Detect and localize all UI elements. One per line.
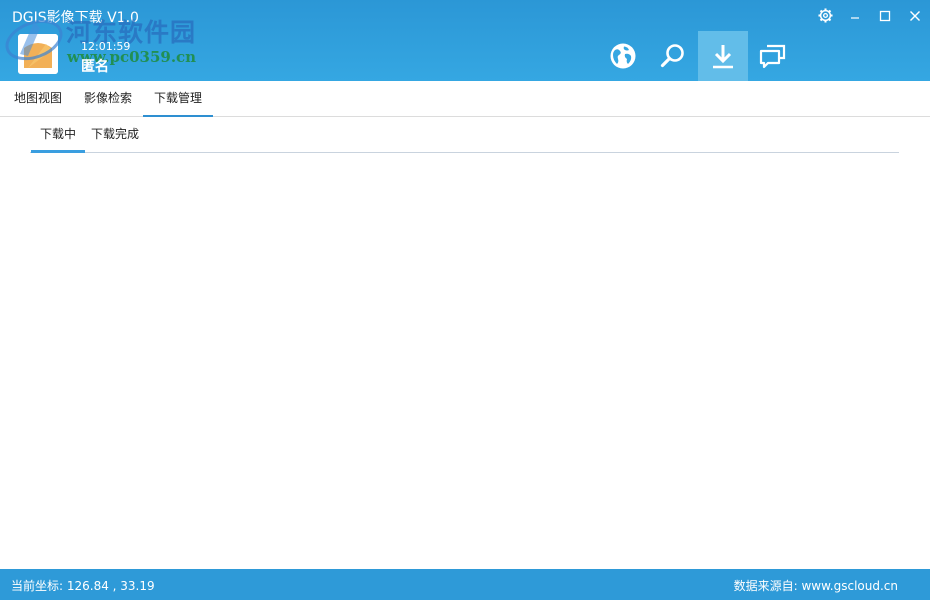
download-tool-button[interactable] [698,31,748,81]
status-bar: 当前坐标: 126.84 , 33.19 数据来源自: www.gscloud.… [0,569,930,600]
tab-download-complete[interactable]: 下载完成 [88,118,142,153]
maximize-button[interactable] [870,0,900,31]
map-view-tool-button[interactable] [598,31,648,81]
minimize-icon [851,16,859,19]
main-tab-bar: 地图视图 影像检索 下载管理 [0,81,930,117]
tab-map-view[interactable]: 地图视图 [6,81,70,117]
download-sub-tab-bar: 下载中 下载完成 [30,118,899,153]
window-controls [810,0,930,31]
close-icon [910,10,920,21]
settings-button[interactable] [810,0,840,31]
search-tool-button[interactable] [648,31,698,81]
message-tool-button[interactable] [748,31,798,81]
tab-download-manager[interactable]: 下载管理 [143,81,213,117]
download-list-area [0,154,930,569]
app-header: DGIS影像下载 V1.0 河东软件园 www.pc0359.cn 12:01:… [0,0,930,81]
download-icon [713,45,733,69]
main-toolbar [598,31,798,81]
globe-icon [610,43,636,69]
chat-icon [759,44,786,69]
maximize-icon [879,10,891,21]
gear-icon [817,8,833,23]
user-name: 匿名 [81,59,109,75]
tab-downloading[interactable]: 下载中 [31,118,85,153]
data-source-text: 数据来源自: www.gscloud.cn [733,579,898,593]
minimize-button[interactable] [840,0,870,31]
coordinate-readout: 当前坐标: 126.84 , 33.19 [11,579,155,593]
close-button[interactable] [900,0,930,31]
clock-time: 12:01:59 [81,40,131,53]
tab-image-search[interactable]: 影像检索 [76,81,140,117]
watermark-logo-icon [5,19,63,61]
search-icon [660,44,684,68]
